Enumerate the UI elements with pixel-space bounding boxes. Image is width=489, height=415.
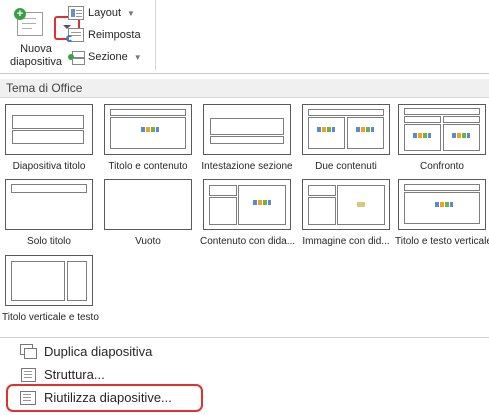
layout-blank[interactable]: Vuoto: [101, 179, 195, 247]
layout-label: Titolo verticale e testo: [2, 312, 99, 323]
layout-thumbnail: [104, 104, 192, 155]
outline-label: Struttura...: [44, 366, 105, 382]
layout-label: Confronto: [420, 161, 464, 172]
highlight-box: [6, 384, 203, 412]
layout-button[interactable]: Layout ▼: [68, 4, 135, 22]
new-slide-gallery: Tema di Office Diapositiva titolo Titolo…: [0, 73, 489, 415]
layout-thumbnail: [203, 179, 291, 230]
reset-label: Reimposta: [88, 29, 141, 41]
layout-comparison[interactable]: Confronto: [395, 104, 489, 172]
ribbon-slides-group: + Nuova diapositiva Layout ▼ Reimposta S…: [0, 0, 489, 73]
section-label: Sezione: [88, 51, 128, 63]
layout-thumbnail: [398, 104, 486, 155]
layout-thumbnail: [398, 179, 486, 230]
reset-icon: [66, 28, 84, 42]
layout-thumbnail: [5, 255, 93, 306]
layout-vertical-title-text[interactable]: Titolo verticale e testo: [2, 255, 99, 323]
layout-label: Contenuto con dida...: [200, 236, 296, 247]
layout-thumbnail: [302, 104, 390, 155]
layout-two-content[interactable]: Due contenuti: [299, 104, 393, 172]
chevron-down-icon: ▼: [127, 8, 135, 18]
layout-section-header[interactable]: Intestazione sezione: [200, 104, 294, 172]
layout-icon: [68, 6, 84, 20]
layout-thumbnail: [5, 104, 93, 155]
layout-thumbnail: [302, 179, 390, 230]
layout-label: Intestazione sezione: [201, 161, 293, 172]
add-icon: +: [14, 8, 26, 20]
layout-content-caption[interactable]: Contenuto con dida...: [200, 179, 296, 247]
layout-label: Solo titolo: [27, 236, 71, 247]
menu-separator: [0, 337, 489, 338]
new-slide-label: Nuova diapositiva: [10, 43, 62, 68]
layout-label: Titolo e contenuto: [108, 161, 188, 172]
layout-title-slide[interactable]: Diapositiva titolo: [2, 104, 96, 172]
layout-label: Layout: [88, 7, 122, 19]
gallery-header-label: Tema di Office: [6, 81, 83, 95]
layout-label: Immagine con did...: [302, 236, 390, 247]
reset-button[interactable]: Reimposta: [66, 26, 141, 44]
duplicate-slide-icon: [20, 344, 37, 359]
outline-menu-item[interactable]: Struttura...: [20, 364, 105, 384]
layout-label: Due contenuti: [315, 161, 377, 172]
gallery-header: Tema di Office: [0, 79, 489, 98]
chevron-down-icon: ▼: [133, 52, 142, 62]
layout-label: Vuoto: [135, 236, 161, 247]
layout-thumbnail: [5, 179, 93, 230]
duplicate-slide-label: Duplica diapositiva: [44, 343, 153, 359]
section-icon: [68, 50, 85, 65]
layout-picture-caption[interactable]: Immagine con did...: [299, 179, 393, 247]
section-button[interactable]: Sezione ▼: [68, 48, 142, 66]
layout-label: Titolo e testo verticale: [395, 236, 489, 247]
layout-title-only[interactable]: Solo titolo: [2, 179, 96, 247]
layout-thumbnail: [203, 104, 291, 155]
outline-icon: [20, 367, 36, 382]
ribbon-separator: [155, 0, 156, 70]
layout-label: Diapositiva titolo: [12, 161, 86, 172]
layout-thumbnail: [104, 179, 192, 230]
duplicate-slide-menu-item[interactable]: Duplica diapositiva: [20, 341, 152, 361]
layout-title-vertical-text[interactable]: Titolo e testo verticale: [395, 179, 489, 247]
layout-title-content[interactable]: Titolo e contenuto: [101, 104, 195, 172]
new-slide-button[interactable]: +: [14, 6, 80, 40]
